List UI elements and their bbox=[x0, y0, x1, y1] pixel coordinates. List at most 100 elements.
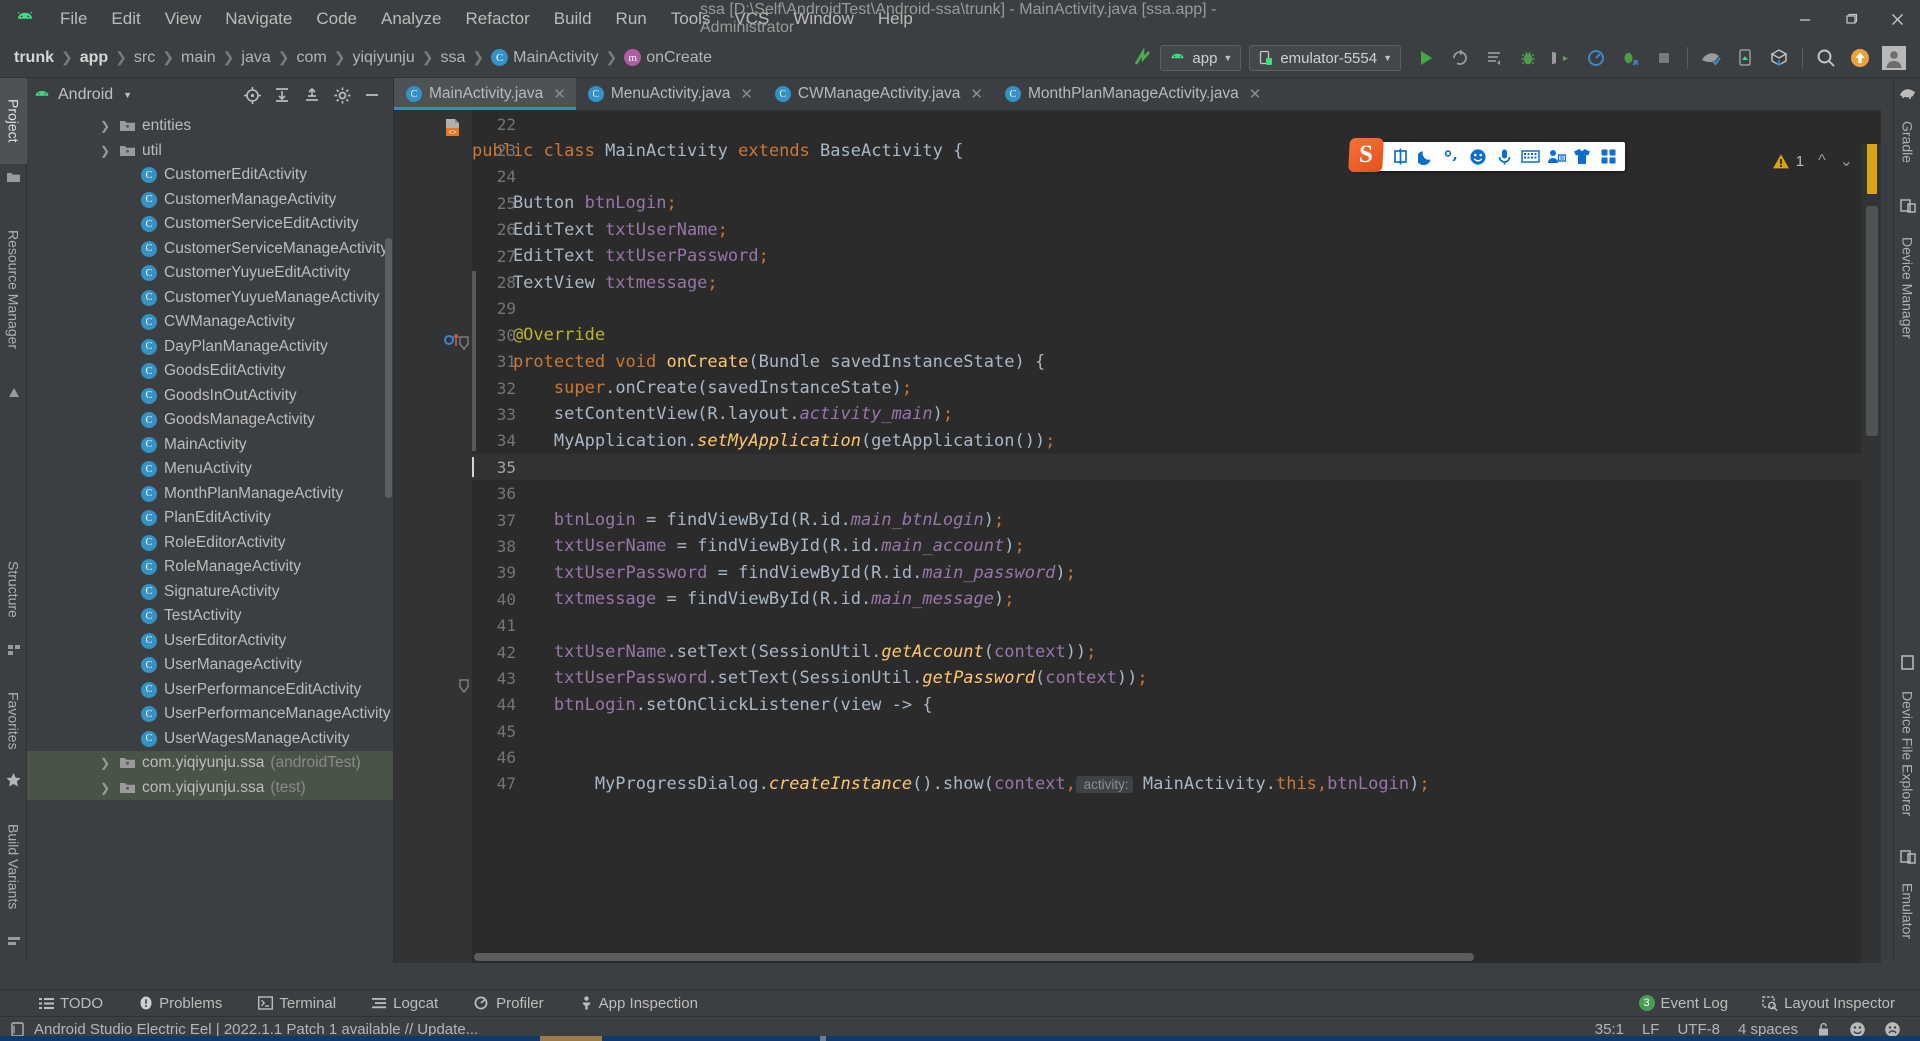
attach-debugger-icon[interactable] bbox=[1546, 42, 1578, 74]
tree-class-row[interactable]: C CustomerServiceManageActivity bbox=[27, 237, 393, 262]
sdk-manager-icon[interactable] bbox=[1763, 42, 1795, 74]
menu-window[interactable]: Window bbox=[781, 6, 865, 32]
indent-setting[interactable]: 4 spaces bbox=[1729, 1021, 1807, 1038]
tree-class-row[interactable]: C CustomerYuyueManageActivity bbox=[27, 286, 393, 311]
menu-vcs[interactable]: VCS bbox=[722, 6, 781, 32]
debug-button[interactable] bbox=[1512, 42, 1544, 74]
sogou-ime-toolbar[interactable]: S bbox=[1348, 137, 1625, 172]
bottom-tab-layout-inspector[interactable]: Layout Inspector bbox=[1753, 990, 1904, 1017]
stop-button[interactable] bbox=[1648, 42, 1680, 74]
taskbar-window[interactable] bbox=[820, 1036, 826, 1041]
tree-class-row[interactable]: C TestActivity bbox=[27, 604, 393, 629]
menu-view[interactable]: View bbox=[153, 6, 214, 32]
breadcrumb-java[interactable]: java bbox=[241, 49, 270, 67]
code-line[interactable]: 37 btnLogin = findViewById(R.id.main_btn… bbox=[472, 507, 1881, 533]
code-line[interactable]: 40 txtmessage = findViewById(R.id.main_m… bbox=[472, 586, 1881, 612]
code-line[interactable]: 44 btnLogin.setOnClickListener(view -> { bbox=[472, 692, 1881, 718]
device-selector[interactable]: emulator-5554 ▼ bbox=[1249, 45, 1401, 71]
user-dictionary-icon[interactable] bbox=[1543, 144, 1569, 170]
tree-class-row[interactable]: C UserManageActivity bbox=[27, 653, 393, 678]
tree-class-row[interactable]: C GoodsEditActivity bbox=[27, 359, 393, 384]
bottom-tab-todo[interactable]: TODO bbox=[30, 990, 112, 1017]
chevron-right-icon[interactable]: ❯ bbox=[97, 756, 113, 770]
avd-manager-icon[interactable] bbox=[1695, 42, 1727, 74]
code-line[interactable]: 47 MyProgressDialog.createInstance().sho… bbox=[472, 771, 1881, 797]
code-line[interactable]: 27 EditText txtUserPassword; bbox=[472, 243, 1881, 269]
close-button[interactable] bbox=[1874, 0, 1920, 38]
rerun-icon[interactable] bbox=[1444, 42, 1476, 74]
settings-gear-icon[interactable] bbox=[327, 81, 357, 109]
code-line[interactable]: 24 bbox=[472, 164, 1881, 190]
sidebar-tab-device-file-explorer[interactable]: Device File Explorer bbox=[1894, 675, 1920, 833]
menu-navigate[interactable]: Navigate bbox=[213, 6, 304, 32]
code-line[interactable]: 28 TextView txtmessage; bbox=[472, 269, 1881, 295]
chevron-right-icon[interactable]: ❯ bbox=[97, 781, 113, 795]
apply-changes-icon[interactable] bbox=[1478, 42, 1510, 74]
soft-keyboard-icon[interactable] bbox=[1517, 144, 1543, 170]
close-tab-icon[interactable]: ✕ bbox=[970, 85, 983, 103]
toolbox-icon[interactable] bbox=[1595, 144, 1621, 170]
code-line[interactable]: 46 bbox=[472, 744, 1881, 770]
tree-class-row[interactable]: C UserWagesManageActivity bbox=[27, 727, 393, 752]
breadcrumb[interactable]: trunk ❯ app ❯ src ❯ main ❯ java ❯ com ❯ … bbox=[14, 49, 712, 67]
file-encoding[interactable]: UTF-8 bbox=[1668, 1021, 1729, 1038]
tree-class-row[interactable]: C UserPerformanceEditActivity bbox=[27, 678, 393, 703]
tree-folder-row[interactable]: ❯ entities bbox=[27, 114, 393, 139]
inspection-widget[interactable]: 1 ^ ⌄ bbox=[1772, 151, 1853, 171]
tree-class-row[interactable]: C CWManageActivity bbox=[27, 310, 393, 335]
breadcrumb-app[interactable]: app bbox=[80, 49, 108, 67]
tree-class-row[interactable]: C MainActivity bbox=[27, 433, 393, 458]
code-line[interactable]: 43 txtUserPassword.setText(SessionUtil.g… bbox=[472, 665, 1881, 691]
sidebar-tab-build-variants[interactable]: Build Variants bbox=[0, 805, 27, 929]
status-message[interactable]: Android Studio Electric Eel | 2022.1.1 P… bbox=[34, 1021, 478, 1038]
make-project-icon[interactable] bbox=[1127, 42, 1159, 74]
tree-class-row[interactable]: C RoleEditorActivity bbox=[27, 531, 393, 556]
code-line[interactable]: 30 @Override bbox=[472, 322, 1881, 348]
minimize-button[interactable] bbox=[1782, 0, 1828, 38]
code-line[interactable]: 32 super.onCreate(savedInstanceState); bbox=[472, 375, 1881, 401]
menu-build[interactable]: Build bbox=[542, 6, 604, 32]
editor-tab[interactable]: C MonthPlanManageActivity.java ✕ bbox=[993, 78, 1271, 110]
code-line[interactable]: 31 protected void onCreate(Bundle savedI… bbox=[472, 349, 1881, 375]
maximize-button[interactable] bbox=[1828, 0, 1874, 38]
fold-marker-icon[interactable] bbox=[458, 679, 470, 693]
editor-gutter[interactable] bbox=[394, 111, 472, 963]
code-line[interactable]: 45 bbox=[472, 718, 1881, 744]
breadcrumb-oncreate[interactable]: m onCreate bbox=[624, 49, 712, 67]
moon-icon[interactable] bbox=[1413, 144, 1439, 170]
tree-class-row[interactable]: C GoodsInOutActivity bbox=[27, 384, 393, 409]
bottom-tab-terminal[interactable]: Terminal bbox=[249, 990, 345, 1017]
punctuation-icon[interactable] bbox=[1439, 144, 1465, 170]
menu-help[interactable]: Help bbox=[866, 6, 925, 32]
editor-tab-bar[interactable]: C MainActivity.java ✕ C MenuActivity.java ✕ C C… bbox=[394, 78, 1881, 111]
editor-vertical-scrollbar[interactable] bbox=[472, 271, 476, 451]
bottom-tab-event-log[interactable]: 3 Event Log bbox=[1630, 990, 1738, 1017]
caret-position[interactable]: 35:1 bbox=[1586, 1021, 1633, 1038]
breadcrumb-com[interactable]: com bbox=[297, 49, 327, 67]
device-manager-icon[interactable] bbox=[1729, 42, 1761, 74]
code-line[interactable]: 23 public class MainActivity extends Base… bbox=[472, 137, 1881, 163]
line-separator[interactable]: LF bbox=[1633, 1021, 1669, 1038]
editor-horizontal-scrollbar[interactable] bbox=[474, 953, 1474, 961]
editor-tab[interactable]: C MenuActivity.java ✕ bbox=[576, 78, 763, 110]
happy-face-icon[interactable] bbox=[1840, 1021, 1875, 1038]
close-tab-icon[interactable]: ✕ bbox=[1249, 85, 1262, 103]
rail-scroll-thumb[interactable] bbox=[1866, 206, 1878, 436]
emoji-icon[interactable] bbox=[1465, 144, 1491, 170]
chevron-right-icon[interactable]: ❯ bbox=[97, 119, 113, 133]
code-line[interactable]: 26 EditText txtUserName; bbox=[472, 217, 1881, 243]
code-line[interactable]: 22 bbox=[472, 111, 1881, 137]
tree-folder-row[interactable]: ❯ com.yiqiyunju.ssa (androidTest) bbox=[27, 751, 393, 776]
tree-class-row[interactable]: C GoodsManageActivity bbox=[27, 408, 393, 433]
update-icon[interactable] bbox=[1844, 42, 1876, 74]
menu-edit[interactable]: Edit bbox=[99, 6, 152, 32]
sogou-logo-icon[interactable]: S bbox=[1348, 137, 1384, 172]
bottom-tab-logcat[interactable]: Logcat bbox=[363, 990, 447, 1017]
sidebar-tab-project[interactable]: Project bbox=[0, 78, 27, 164]
taskbar-active-window[interactable] bbox=[540, 1036, 602, 1041]
code-line[interactable]: 29 bbox=[472, 296, 1881, 322]
tree-folder-row[interactable]: ❯ com.yiqiyunju.ssa (test) bbox=[27, 775, 393, 800]
skin-icon[interactable] bbox=[1569, 144, 1595, 170]
menu-analyze[interactable]: Analyze bbox=[369, 6, 453, 32]
tree-class-row[interactable]: C MenuActivity bbox=[27, 457, 393, 482]
